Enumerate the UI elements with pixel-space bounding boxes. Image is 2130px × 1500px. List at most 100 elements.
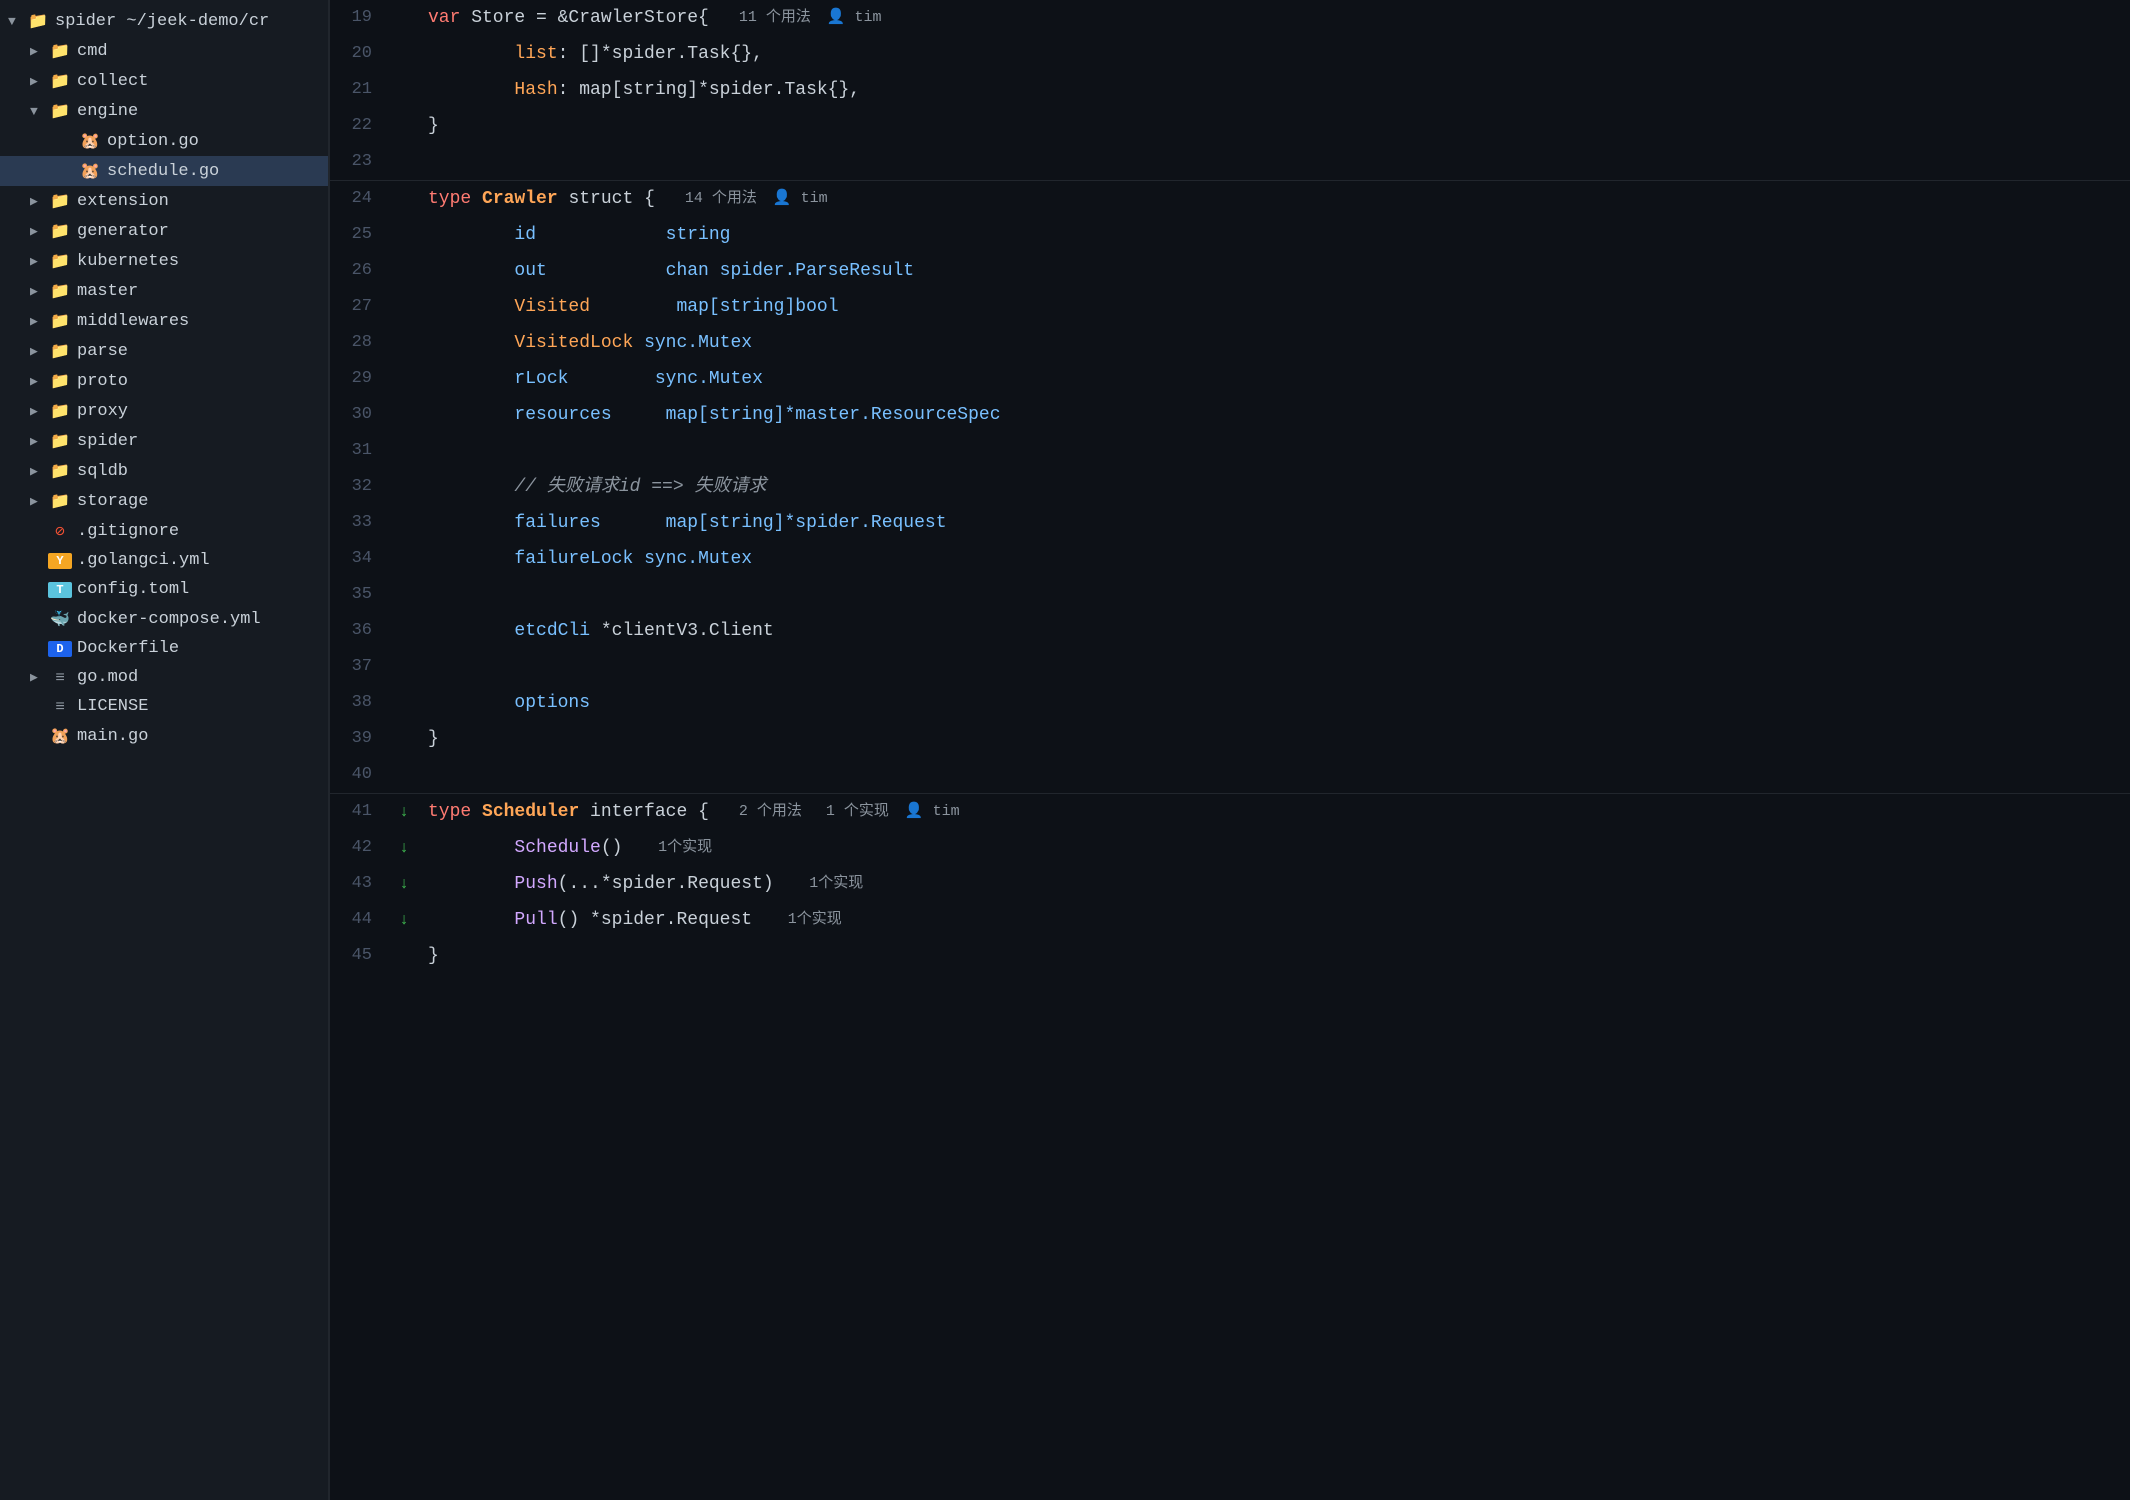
field-visited: Visited bbox=[514, 289, 590, 325]
gutter-icon-42: ↓ bbox=[399, 830, 409, 866]
sidebar-item-cmd[interactable]: ▶ 📁 cmd bbox=[0, 36, 328, 66]
line-number: 39 bbox=[330, 721, 390, 757]
keyword-type2: type bbox=[428, 794, 471, 830]
gutter-icon-41: ↓ bbox=[399, 794, 409, 830]
sidebar-root[interactable]: ▼ 📁 spider ~/jeek-demo/cr bbox=[0, 6, 328, 36]
sidebar-item-config-toml[interactable]: T config.toml bbox=[0, 575, 328, 604]
code-plain bbox=[428, 902, 514, 938]
line-content: failureLock sync.Mutex bbox=[418, 541, 2130, 577]
line-content: type Crawler struct { 14 个用法 👤 tim bbox=[418, 181, 2130, 217]
sidebar-item-schedule-go[interactable]: 🐹 schedule.go bbox=[0, 156, 328, 186]
field-name: list bbox=[514, 36, 557, 72]
folder-icon: 📁 bbox=[48, 341, 72, 361]
sidebar-item-docker-compose[interactable]: 🐳 docker-compose.yml bbox=[0, 604, 328, 634]
chevron-right-icon: ▶ bbox=[30, 344, 48, 359]
line-gutter bbox=[390, 217, 418, 253]
method-push: Push bbox=[514, 866, 557, 902]
sidebar-label-proto: proto bbox=[77, 372, 128, 391]
line-gutter bbox=[390, 649, 418, 685]
go-file-icon: 🐹 bbox=[78, 161, 102, 181]
sidebar-item-middlewares[interactable]: ▶ 📁 middlewares bbox=[0, 306, 328, 336]
toml-icon: T bbox=[48, 582, 72, 598]
line-number: 28 bbox=[330, 325, 390, 361]
code-line-44: 44 ↓ Pull () *spider.Request 1个实现 bbox=[330, 902, 2130, 938]
line-gutter bbox=[390, 613, 418, 649]
line-gutter bbox=[390, 721, 418, 757]
gomod-icon: ≡ bbox=[48, 669, 72, 687]
type-name-scheduler: Scheduler bbox=[482, 794, 579, 830]
code-line-39: 39 } bbox=[330, 721, 2130, 757]
code-line-38: 38 options bbox=[330, 685, 2130, 721]
line-number: 32 bbox=[330, 469, 390, 505]
sidebar-item-kubernetes[interactable]: ▶ 📁 kubernetes bbox=[0, 246, 328, 276]
sidebar-item-collect[interactable]: ▶ 📁 collect bbox=[0, 66, 328, 96]
line-content: var Store = &CrawlerStore{ 11 个用法 👤 tim bbox=[418, 0, 2130, 36]
code-plain bbox=[428, 36, 514, 72]
line-content: VisitedLock sync.Mutex bbox=[418, 325, 2130, 361]
code-plain bbox=[428, 325, 514, 361]
sidebar-label-parse: parse bbox=[77, 342, 128, 361]
line-gutter bbox=[390, 361, 418, 397]
line-number: 23 bbox=[330, 144, 390, 180]
code-plain: } bbox=[428, 938, 439, 974]
line-number: 33 bbox=[330, 505, 390, 541]
chevron-right-icon: ▶ bbox=[30, 464, 48, 479]
chevron-down-icon: ▼ bbox=[30, 104, 48, 119]
line-content: options bbox=[418, 685, 2130, 721]
line-gutter bbox=[390, 577, 418, 613]
code-line-40: 40 bbox=[330, 757, 2130, 793]
sidebar-item-gitignore[interactable]: ⊘ .gitignore bbox=[0, 516, 328, 546]
sidebar-item-go-mod[interactable]: ▶ ≡ go.mod bbox=[0, 663, 328, 692]
sidebar-item-spider[interactable]: ▶ 📁 spider bbox=[0, 426, 328, 456]
type-resourcespec: map[string]*master.ResourceSpec bbox=[666, 397, 1001, 433]
sidebar-item-proto[interactable]: ▶ 📁 proto bbox=[0, 366, 328, 396]
line-content: resources map[string]*master.ResourceSpe… bbox=[418, 397, 2130, 433]
usage-count: 11 个用法 bbox=[739, 0, 811, 36]
folder-icon: 📁 bbox=[48, 371, 72, 391]
code-plain bbox=[428, 397, 514, 433]
sidebar-label-golangci: .golangci.yml bbox=[77, 551, 210, 570]
sidebar-item-dockerfile[interactable]: D Dockerfile bbox=[0, 634, 328, 663]
usage-count: 14 个用法 bbox=[685, 181, 757, 217]
sidebar-item-option-go[interactable]: 🐹 option.go bbox=[0, 126, 328, 156]
code-plain bbox=[428, 685, 514, 721]
sidebar-item-engine[interactable]: ▼ 📁 engine bbox=[0, 96, 328, 126]
line-number: 30 bbox=[330, 397, 390, 433]
folder-icon: 📁 bbox=[48, 491, 72, 511]
sidebar-item-proxy[interactable]: ▶ 📁 proxy bbox=[0, 396, 328, 426]
sidebar-item-master[interactable]: ▶ 📁 master bbox=[0, 276, 328, 306]
line-number: 31 bbox=[330, 433, 390, 469]
sidebar-item-storage[interactable]: ▶ 📁 storage bbox=[0, 486, 328, 516]
code-line-25: 25 id string bbox=[330, 217, 2130, 253]
chevron-right-icon: ▶ bbox=[30, 374, 48, 389]
code-line-28: 28 VisitedLock sync.Mutex bbox=[330, 325, 2130, 361]
field-name: Hash bbox=[514, 72, 557, 108]
line-number: 43 bbox=[330, 866, 390, 902]
folder-icon: 📁 bbox=[48, 431, 72, 451]
gitignore-icon: ⊘ bbox=[48, 521, 72, 541]
sidebar-item-main-go[interactable]: 🐹 main.go bbox=[0, 721, 328, 751]
line-content: } bbox=[418, 721, 2130, 757]
folder-icon: 📁 bbox=[48, 461, 72, 481]
type-chan: chan spider.ParseResult bbox=[666, 253, 914, 289]
line-gutter bbox=[390, 144, 418, 180]
sidebar-item-parse[interactable]: ▶ 📁 parse bbox=[0, 336, 328, 366]
line-number: 26 bbox=[330, 253, 390, 289]
code-plain bbox=[471, 794, 482, 830]
line-gutter bbox=[390, 541, 418, 577]
line-content: Hash : map[string]*spider.Task{}, bbox=[418, 72, 2130, 108]
sidebar-item-generator[interactable]: ▶ 📁 generator bbox=[0, 216, 328, 246]
sidebar-item-golangci[interactable]: Y .golangci.yml bbox=[0, 546, 328, 575]
folder-icon: 📁 bbox=[48, 281, 72, 301]
sidebar-item-license[interactable]: ≡ LICENSE bbox=[0, 692, 328, 721]
line-content: } bbox=[418, 108, 2130, 144]
line-content bbox=[418, 757, 2130, 793]
line-gutter bbox=[390, 469, 418, 505]
sidebar-item-extension[interactable]: ▶ 📁 extension bbox=[0, 186, 328, 216]
sidebar-label-cmd: cmd bbox=[77, 42, 108, 61]
sidebar-label-go-mod: go.mod bbox=[77, 668, 138, 687]
sidebar-item-sqldb[interactable]: ▶ 📁 sqldb bbox=[0, 456, 328, 486]
chevron-right-icon: ▶ bbox=[30, 284, 48, 299]
code-plain: } bbox=[428, 108, 439, 144]
line-number: 42 bbox=[330, 830, 390, 866]
